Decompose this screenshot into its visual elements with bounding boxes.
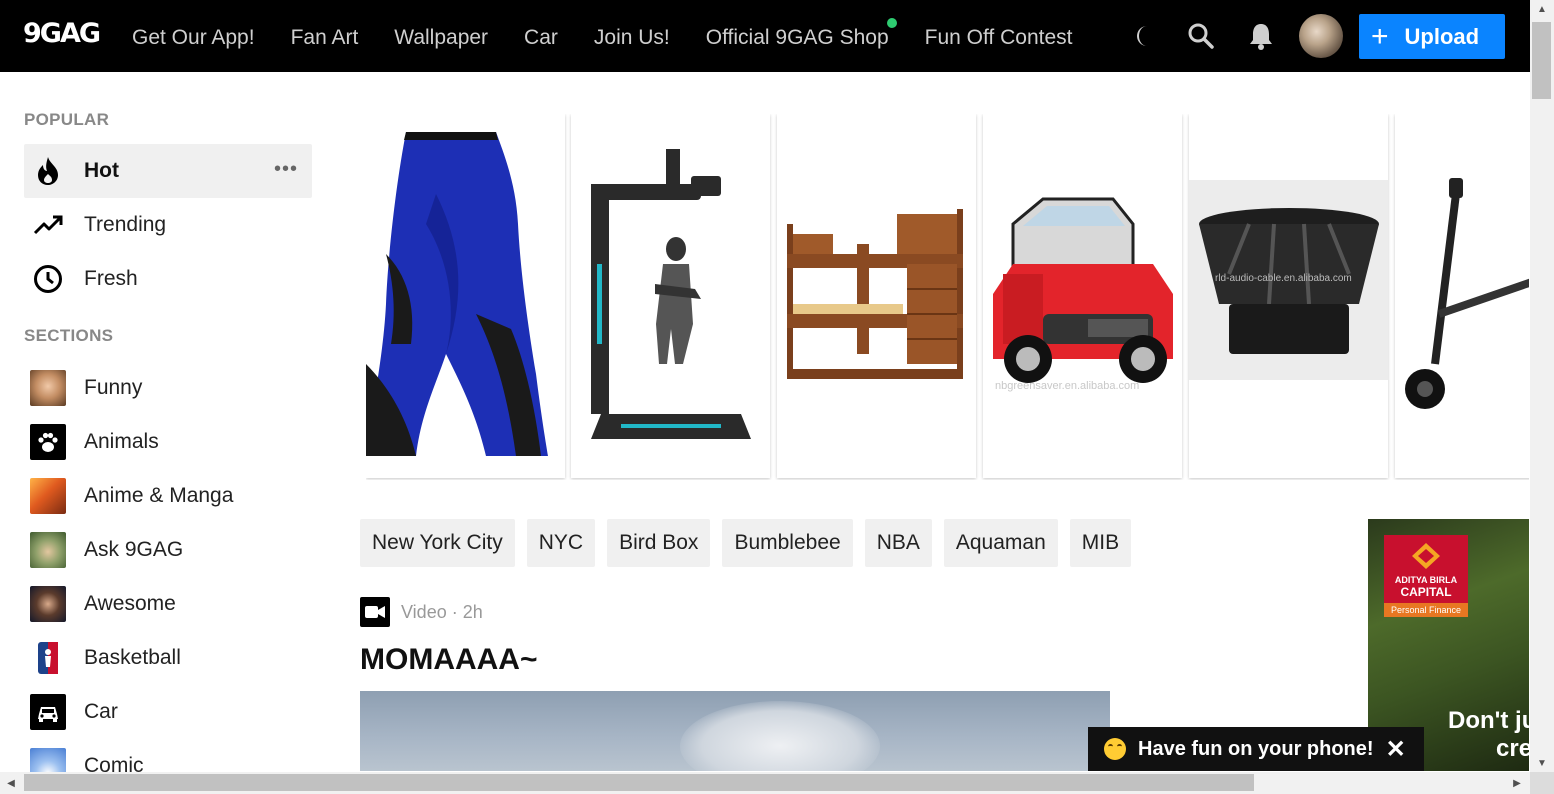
sidebar-item-fresh[interactable]: Fresh (24, 252, 312, 306)
ad-headline: Don't ju cre (1448, 707, 1529, 763)
laughing-emoji-icon (1104, 738, 1126, 760)
tag-chip[interactable]: Bird Box (607, 519, 711, 567)
ask-9gag-thumbnail (30, 532, 66, 568)
sidebar-item-basketball[interactable]: Basketball (24, 631, 312, 685)
horizontal-scroll-thumb[interactable] (24, 774, 1254, 791)
search-icon[interactable] (1187, 22, 1215, 50)
sidebar-item-label: Awesome (84, 592, 176, 615)
video-frame-content (680, 701, 880, 771)
app-promo-toast[interactable]: Have fun on your phone! ✕ (1088, 727, 1424, 771)
left-sidebar: POPULAR Hot ••• Trending Fresh SECTIONS … (0, 72, 330, 772)
sidebar-item-comic[interactable]: Comic (24, 739, 312, 772)
awesome-thumbnail (30, 586, 66, 622)
comic-thumbnail (30, 748, 66, 772)
horizontal-scrollbar[interactable]: ◀ ▶ (0, 772, 1554, 794)
product-card-electric-car[interactable]: nbgreensaver.en.alibaba.com (983, 114, 1182, 478)
upload-label: Upload (1404, 23, 1480, 49)
tag-chip[interactable]: New York City (360, 519, 515, 567)
ad-headline-line: Don't ju (1448, 707, 1529, 734)
product-card-scooter[interactable] (1395, 114, 1529, 478)
sidebar-item-animals[interactable]: Animals (24, 415, 312, 469)
tag-chip[interactable]: Aquaman (943, 519, 1058, 567)
product-carousel: nbgreensaver.en.alibaba.com rld-audio-ca… (366, 114, 1529, 480)
toast-label: Have fun on your phone! (1138, 737, 1374, 760)
bell-icon[interactable] (1247, 22, 1275, 50)
nba-logo-icon (30, 640, 66, 676)
trending-tags: New York City NYC Bird Box Bumblebee NBA… (360, 519, 1143, 567)
nav-official-shop[interactable]: Official 9GAG Shop (705, 18, 897, 52)
nav-fan-art[interactable]: Fan Art (291, 24, 359, 52)
funny-thumbnail (30, 370, 66, 406)
close-icon[interactable]: ✕ (1386, 735, 1406, 764)
scroll-left-arrow-icon[interactable]: ◀ (0, 772, 22, 794)
sidebar-item-label: Hot (84, 159, 119, 182)
sidebar-item-car[interactable]: Car (24, 685, 312, 739)
sidebar-item-label: Funny (84, 376, 143, 399)
sidebar-item-ask-9gag[interactable]: Ask 9GAG (24, 523, 312, 577)
sidebar-item-awesome[interactable]: Awesome (24, 577, 312, 631)
anime-thumbnail (30, 478, 66, 514)
product-card-leggings[interactable] (366, 114, 565, 478)
site-logo[interactable]: 9GAG (23, 18, 101, 49)
tag-chip[interactable]: NYC (526, 519, 596, 567)
nav-car[interactable]: Car (524, 24, 558, 52)
user-avatar[interactable] (1299, 14, 1343, 58)
sidebar-item-anime-manga[interactable]: Anime & Manga (24, 469, 312, 523)
tag-chip[interactable]: Bumblebee (722, 519, 853, 567)
sidebar-item-label: Car (84, 700, 118, 723)
sidebar-item-label: Fresh (84, 267, 138, 290)
moon-icon[interactable] (1131, 22, 1159, 50)
ad-brand-line: CAPITAL (1400, 585, 1452, 599)
flame-icon (30, 153, 66, 189)
sidebar-item-trending[interactable]: Trending (24, 198, 312, 252)
upload-button[interactable]: + Upload (1359, 14, 1505, 59)
scroll-right-arrow-icon[interactable]: ▶ (1506, 772, 1528, 794)
video-camera-icon[interactable] (360, 597, 390, 627)
paw-icon (30, 424, 66, 460)
top-navigation-bar: 9GAG Get Our App! Fan Art Wallpaper Car … (0, 0, 1530, 72)
sidebar-item-label: Anime & Manga (84, 484, 234, 507)
scrollbar-corner (1530, 772, 1554, 794)
sidebar-item-label: Comic (84, 754, 144, 772)
aditya-birla-logo: ADITYA BIRLA CAPITAL Personal Finance (1384, 535, 1468, 617)
more-options-icon[interactable]: ••• (274, 158, 298, 181)
tag-chip[interactable]: MIB (1069, 519, 1132, 567)
nav-official-shop-label: Official 9GAG Shop (705, 26, 889, 49)
post-meta: Video · 2h (360, 597, 483, 627)
plus-icon: + (1371, 19, 1389, 53)
vertical-scroll-thumb[interactable] (1532, 22, 1551, 99)
post-section-time[interactable]: Video · 2h (401, 602, 483, 623)
vertical-scrollbar[interactable]: ▲ ▼ (1530, 0, 1554, 772)
nav-join-us[interactable]: Join Us! (594, 24, 670, 52)
product-card-bunk-bed[interactable] (777, 114, 976, 478)
clock-icon (30, 261, 66, 297)
ad-headline-line: cre (1496, 735, 1529, 762)
tag-chip[interactable]: NBA (864, 519, 932, 567)
post-video[interactable] (360, 691, 1110, 771)
sidebar-item-funny[interactable]: Funny (24, 361, 312, 415)
new-indicator-dot (886, 18, 897, 28)
nav-fun-off-contest[interactable]: Fun Off Contest (925, 24, 1073, 52)
sidebar-item-label: Animals (84, 430, 159, 453)
sidebar-item-label: Basketball (84, 646, 181, 669)
trending-icon (30, 207, 66, 243)
sidebar-item-hot[interactable]: Hot ••• (24, 144, 312, 198)
watermark-text: nbgreensaver.en.alibaba.com (995, 380, 1139, 392)
sections-heading: SECTIONS (24, 326, 114, 345)
ad-brand-line: ADITYA BIRLA (1394, 575, 1458, 585)
sidebar-item-label: Trending (84, 213, 167, 236)
top-nav-links: Get Our App! Fan Art Wallpaper Car Join … (132, 18, 1108, 52)
scroll-up-arrow-icon[interactable]: ▲ (1530, 0, 1554, 18)
post-title[interactable]: MOMAAAA~ (360, 643, 538, 677)
scroll-down-arrow-icon[interactable]: ▼ (1530, 754, 1554, 772)
watermark-text: rld-audio-cable.en.alibaba.com (1215, 273, 1352, 284)
sidebar-item-label: Ask 9GAG (84, 538, 184, 561)
popular-heading: POPULAR (24, 110, 110, 129)
ad-brand-line: Personal Finance (1384, 603, 1468, 617)
product-card-vr-simulator[interactable] (571, 114, 770, 478)
nav-wallpaper[interactable]: Wallpaper (394, 24, 488, 52)
nav-get-our-app[interactable]: Get Our App! (132, 24, 255, 52)
car-icon (30, 694, 66, 730)
product-card-subwoofer[interactable]: rld-audio-cable.en.alibaba.com (1189, 114, 1388, 478)
